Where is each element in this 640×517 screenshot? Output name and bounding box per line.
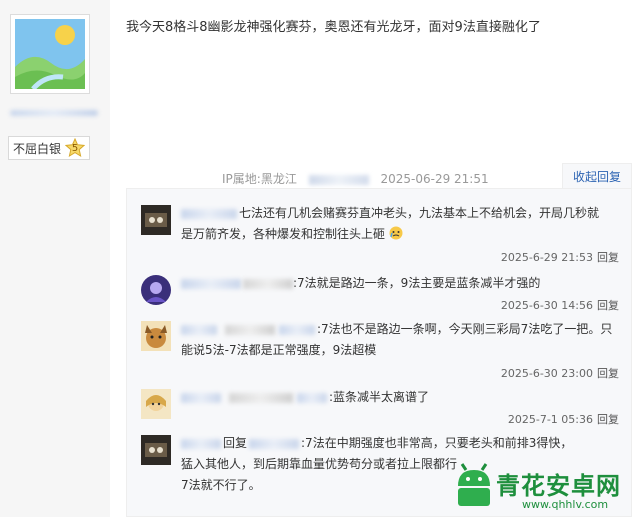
watermark-name: 青花安卓网 (496, 472, 621, 500)
reply-text: :7法也不是路边一条啊，今天刚三彩局7法吃了一把。只 能说5法-7法都是正常强度… (181, 322, 613, 357)
reply-meta: 2025-6-29 21:53 回复 (500, 251, 619, 264)
reply-avatar[interactable] (141, 435, 171, 465)
reply-meta: 2025-6-30 23:00 回复 (500, 367, 619, 380)
ip-location: IP属地:黑龙江 (222, 172, 297, 186)
blurred-link (308, 174, 369, 185)
reply-meta: 2025-6-30 14:56 回复 (500, 299, 619, 312)
post-meta: IP属地:黑龙江 2025-06-29 21:51 (222, 170, 489, 187)
reply-avatar[interactable] (141, 389, 171, 419)
post-timestamp: 2025-06-29 21:51 (380, 172, 489, 186)
reply-text: 七法还有几机会赌赛芬直冲老头，九法基本上不给机会，开局几秒就 是万箭齐发，各种爆… (181, 206, 600, 241)
reply-username-blurred[interactable] (181, 278, 241, 289)
rank-label: 不屈白银 (13, 141, 62, 156)
user-avatar[interactable] (10, 14, 90, 94)
watermark-url: www.qhhlv.com (522, 498, 609, 511)
reply-text: :蓝条减半太离谱了 (181, 387, 621, 408)
reply-button[interactable]: 回复 (597, 413, 619, 426)
reply-button[interactable]: 回复 (597, 251, 619, 264)
reply-avatar[interactable] (141, 275, 171, 305)
reply-text: :7法就是路边一条，9法主要是蓝条减半才强的 (181, 273, 621, 294)
crying-emoji-icon (389, 226, 403, 240)
user-sidebar: 不屈白银 5 (0, 0, 110, 517)
reply-avatar[interactable] (141, 205, 171, 235)
reply-username-blurred[interactable] (181, 324, 217, 335)
reply-username-blurred[interactable] (181, 208, 237, 219)
user-rank-badge: 不屈白银 5 (8, 136, 90, 160)
level-star-icon: 5 (65, 138, 85, 158)
username-blurred[interactable] (10, 110, 98, 116)
reply-button[interactable]: 回复 (597, 367, 619, 380)
android-logo-icon (458, 463, 490, 506)
site-watermark: 青花安卓网 www.qhhlv.com (440, 452, 640, 517)
reply-avatar[interactable] (141, 321, 171, 351)
reply-button[interactable]: 回复 (597, 299, 619, 312)
level-number: 5 (71, 143, 79, 154)
landscape-avatar-icon (15, 19, 85, 89)
collapse-replies-button[interactable]: 收起回复 (562, 163, 632, 189)
reply-username-blurred[interactable] (181, 392, 221, 403)
reply-username-blurred[interactable] (181, 438, 221, 449)
post-content: 我今天8格斗8幽影龙神强化赛芬，奥恩还有光龙牙，面对9法直接融化了 (126, 20, 541, 35)
reply-meta: 2025-7-1 05:36 回复 (507, 413, 619, 426)
